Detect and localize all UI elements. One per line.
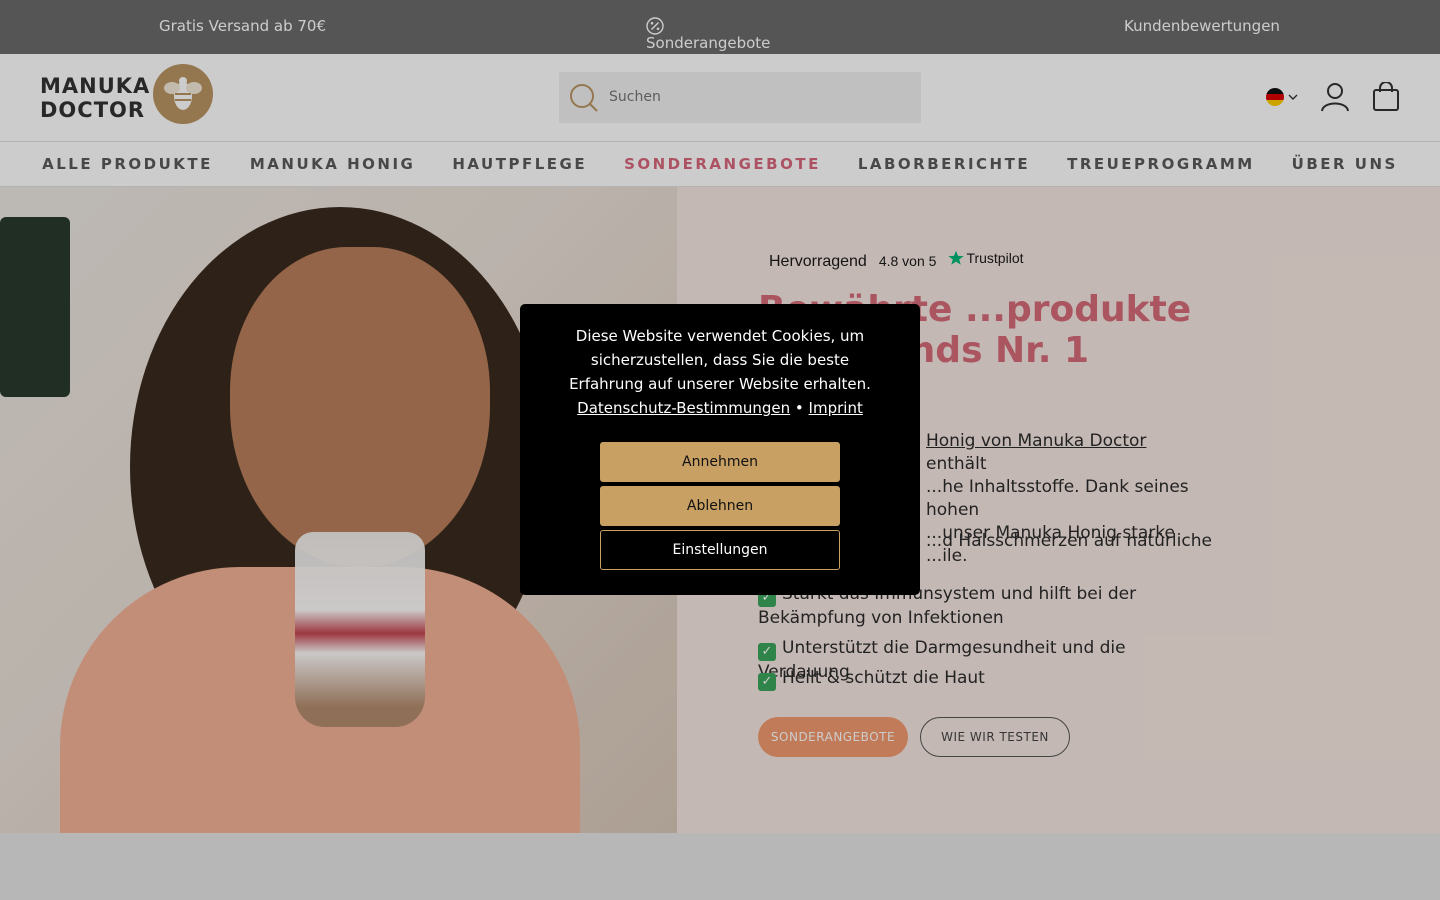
cookie-consent-dialog: Diese Website verwendet Cookies, um sich… bbox=[520, 304, 920, 595]
imprint-link[interactable]: Imprint bbox=[809, 399, 863, 417]
cookie-settings-button[interactable]: Einstellungen bbox=[600, 530, 840, 570]
privacy-policy-link[interactable]: Datenschutz-Bestimmungen bbox=[577, 399, 790, 417]
decline-cookies-button[interactable]: Ablehnen bbox=[600, 486, 840, 526]
link-separator: • bbox=[794, 399, 804, 417]
accept-cookies-button[interactable]: Annehmen bbox=[600, 442, 840, 482]
cookie-message: Diese Website verwendet Cookies, um sich… bbox=[569, 327, 871, 393]
cookie-links: Datenschutz-Bestimmungen • Imprint bbox=[520, 399, 920, 417]
